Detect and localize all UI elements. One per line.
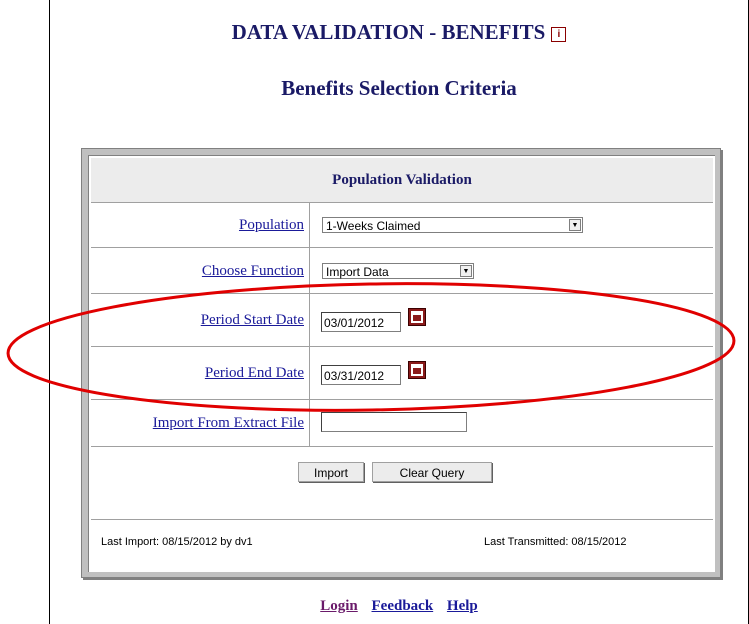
function-select[interactable]: Import Data ▼ bbox=[322, 263, 474, 279]
login-link[interactable]: Login bbox=[320, 598, 358, 614]
selection-panel: Population Validation Population 1-Weeks… bbox=[81, 148, 721, 578]
population-label-cell: Population bbox=[91, 203, 304, 247]
function-label-cell: Choose Function bbox=[91, 248, 304, 293]
column-divider bbox=[309, 347, 310, 399]
column-divider bbox=[309, 248, 310, 293]
population-select-value: 1-Weeks Claimed bbox=[326, 219, 421, 233]
dropdown-arrow-icon[interactable]: ▼ bbox=[569, 219, 581, 231]
selection-panel-inner: Population Validation Population 1-Weeks… bbox=[88, 155, 715, 572]
column-divider bbox=[309, 203, 310, 247]
function-select-value: Import Data bbox=[326, 265, 389, 279]
period-start-date-link[interactable]: Period Start Date bbox=[201, 312, 304, 328]
page-subtitle: Benefits Selection Criteria bbox=[281, 76, 517, 100]
import-file-label-cell: Import From Extract File bbox=[91, 400, 304, 446]
last-import-text: Last Import: 08/15/2012 by dv1 bbox=[101, 536, 253, 548]
clear-query-button[interactable]: Clear Query bbox=[372, 462, 492, 482]
choose-function-link[interactable]: Choose Function bbox=[202, 263, 304, 279]
import-file-input[interactable] bbox=[321, 412, 467, 432]
population-select[interactable]: 1-Weeks Claimed ▼ bbox=[322, 217, 583, 233]
end-date-input[interactable]: 03/31/2012 bbox=[321, 365, 401, 385]
feedback-link[interactable]: Feedback bbox=[372, 598, 434, 614]
end-date-label-cell: Period End Date bbox=[91, 347, 304, 399]
buttons-row: Import Clear Query bbox=[91, 447, 713, 520]
population-row: Population 1-Weeks Claimed ▼ bbox=[91, 203, 713, 248]
dropdown-arrow-icon[interactable]: ▼ bbox=[460, 265, 472, 277]
start-date-input[interactable]: 03/01/2012 bbox=[321, 312, 401, 332]
start-date-row: Period Start Date 03/01/2012 bbox=[91, 294, 713, 347]
page-title-text: DATA VALIDATION - BENEFITS bbox=[231, 20, 546, 44]
function-row: Choose Function Import Data ▼ bbox=[91, 248, 713, 294]
last-transmitted-text: Last Transmitted: 08/15/2012 bbox=[484, 536, 627, 548]
panel-header: Population Validation bbox=[91, 158, 713, 203]
population-link[interactable]: Population bbox=[239, 217, 304, 233]
import-button[interactable]: Import bbox=[298, 462, 364, 482]
footer-links: Login Feedback Help bbox=[50, 598, 748, 615]
help-link[interactable]: Help bbox=[447, 598, 478, 614]
info-icon[interactable]: i bbox=[551, 26, 567, 42]
import-from-extract-file-link[interactable]: Import From Extract File bbox=[153, 415, 304, 431]
start-date-label-cell: Period Start Date bbox=[91, 294, 304, 346]
page-title: DATA VALIDATION - BENEFITS i bbox=[50, 20, 748, 45]
period-end-date-link[interactable]: Period End Date bbox=[205, 365, 304, 381]
column-divider bbox=[309, 294, 310, 346]
import-file-row: Import From Extract File bbox=[91, 400, 713, 447]
column-divider bbox=[309, 400, 310, 446]
calendar-icon[interactable] bbox=[408, 308, 426, 326]
calendar-icon[interactable] bbox=[408, 361, 426, 379]
end-date-row: Period End Date 03/31/2012 bbox=[91, 347, 713, 400]
